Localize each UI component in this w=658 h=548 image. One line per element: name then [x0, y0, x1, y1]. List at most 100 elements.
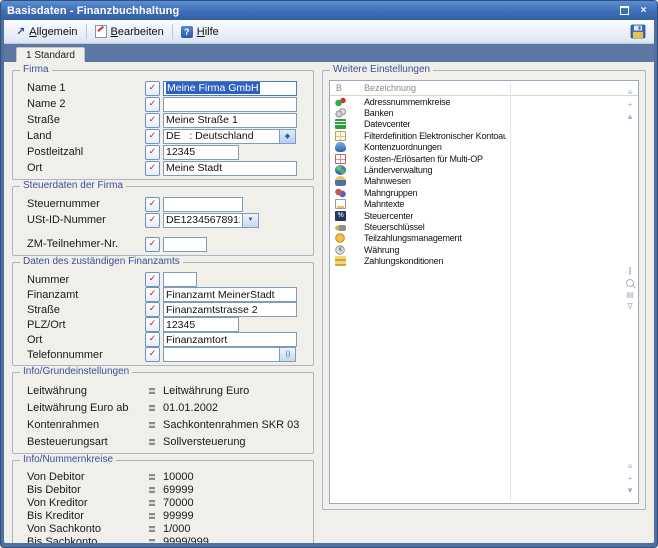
- scroll-lines-icon[interactable]: ≡: [628, 463, 633, 471]
- finanzamt-input[interactable]: [163, 287, 297, 302]
- field-label: Postleitzahl: [27, 146, 145, 158]
- sort-icon[interactable]: ▤: [626, 291, 634, 299]
- filter-icon[interactable]: ∇: [627, 303, 632, 311]
- scroll-add-icon[interactable]: +: [628, 101, 633, 109]
- ustid-input[interactable]: [163, 213, 243, 228]
- edit-check-icon[interactable]: ✓: [145, 197, 160, 212]
- edit-check-icon[interactable]: ✓: [145, 161, 160, 176]
- zm-teilnehmer-input[interactable]: [163, 237, 207, 252]
- list-item[interactable]: % Steuercenter: [330, 210, 638, 221]
- list-item[interactable]: Kosten-/Erlösarten für Multi-OP: [330, 153, 638, 164]
- finanzamt-ort-input[interactable]: [163, 332, 297, 347]
- equals-icon: [149, 526, 155, 532]
- fieldset-nummernkreise: Info/Nummernkreise Von Debitor 10000 Bis…: [12, 460, 314, 543]
- save-icon: [630, 24, 646, 39]
- spinner-icon: ◆: [285, 132, 290, 140]
- list-item[interactable]: Länderverwaltung: [330, 164, 638, 175]
- edit-check-icon[interactable]: ✓: [145, 332, 160, 347]
- list-item[interactable]: Banken: [330, 107, 638, 118]
- name2-input[interactable]: [163, 97, 297, 112]
- strasse-input[interactable]: [163, 113, 297, 128]
- equals-icon: [149, 500, 155, 506]
- spinner-button[interactable]: ◆: [280, 129, 296, 144]
- clip-icon[interactable]: ∥: [628, 267, 632, 275]
- postleitzahl-input[interactable]: [163, 145, 239, 160]
- list-item[interactable]: Datevcenter: [330, 119, 638, 130]
- form-row: Name 1 ✓ Meine Firma GmbH: [19, 80, 307, 96]
- edit-check-icon[interactable]: ✓: [145, 113, 160, 128]
- tab-standard[interactable]: 1 Standard: [16, 47, 85, 62]
- chevron-down-icon: ▼: [248, 217, 254, 223]
- steuernummer-input[interactable]: [163, 197, 243, 212]
- list-item[interactable]: Adressnummernkreise: [330, 96, 638, 107]
- ort-input[interactable]: [163, 161, 297, 176]
- info-label: Von Kreditor: [27, 497, 145, 509]
- list-header: B Bezeichnung: [330, 81, 638, 96]
- scroll-down-icon[interactable]: ▼: [626, 487, 634, 495]
- close-button[interactable]: ×: [636, 4, 651, 17]
- right-column: Weitere Einstellungen B Bezeichnung Adre…: [322, 70, 646, 516]
- menu-item-bearbeiten[interactable]: Bearbeiten: [89, 23, 170, 40]
- name1-input[interactable]: Meine Firma GmbH: [163, 81, 297, 96]
- edit-check-icon[interactable]: ✓: [145, 317, 160, 332]
- edit-check-icon[interactable]: ✓: [145, 302, 160, 317]
- menu-item-hilfe[interactable]: ? Hilfe: [175, 24, 225, 40]
- edit-check-icon[interactable]: ✓: [145, 287, 160, 302]
- restore-button[interactable]: [617, 4, 632, 17]
- list-item[interactable]: Mahnwesen: [330, 176, 638, 187]
- equals-icon: [149, 439, 155, 445]
- telefonnummer-input[interactable]: [163, 347, 280, 362]
- equals-icon: [149, 405, 155, 411]
- info-label: Bis Sachkonto: [27, 536, 145, 544]
- list-item[interactable]: Mahntexte: [330, 199, 638, 210]
- edit-check-icon[interactable]: ✓: [145, 213, 160, 228]
- scroll-add-icon[interactable]: +: [628, 475, 633, 483]
- field-label: Straße: [27, 304, 145, 316]
- edit-check-icon[interactable]: ✓: [145, 81, 160, 96]
- list-item[interactable]: Filterdefinition Elektronischer Kontoaus…: [330, 130, 638, 141]
- account-mapping-icon: [335, 142, 346, 152]
- field-label: ZM-Teilnehmer-Nr.: [27, 238, 145, 250]
- search-icon[interactable]: [626, 279, 634, 287]
- edit-check-icon[interactable]: ✓: [145, 237, 160, 252]
- phone-dial-button[interactable]: (·): [280, 347, 296, 362]
- window-title: Basisdaten - Finanzbuchhaltung: [7, 5, 613, 17]
- list-item[interactable]: € Währung: [330, 244, 638, 255]
- list-item[interactable]: Zahlungskonditionen: [330, 255, 638, 266]
- info-label: Von Debitor: [27, 471, 145, 483]
- content: Firma Name 1 ✓ Meine Firma GmbH Name 2 ✓…: [4, 62, 654, 520]
- info-row: Leitwährung Leitwährung Euro: [19, 382, 307, 399]
- edit-check-icon[interactable]: ✓: [145, 347, 160, 362]
- edit-check-icon[interactable]: ✓: [145, 272, 160, 287]
- restore-icon: [620, 6, 629, 15]
- column-header-bezeichnung[interactable]: Bezeichnung: [364, 83, 416, 93]
- form-row: Straße ✓: [19, 112, 307, 128]
- menu-label: Bearbeiten: [111, 26, 164, 38]
- edit-check-icon[interactable]: ✓: [145, 97, 160, 112]
- dunning-icon: [335, 176, 346, 186]
- land-input[interactable]: DE : Deutschland: [163, 129, 280, 144]
- field-label: Ort: [27, 334, 145, 346]
- dropdown-button[interactable]: ▼: [243, 213, 259, 228]
- scroll-top-icon[interactable]: ≡: [628, 89, 633, 97]
- nummer-input[interactable]: [163, 272, 197, 287]
- form-row: Ort ✓: [19, 332, 307, 347]
- field-label: Name 2: [27, 98, 145, 110]
- land-combo: DE : Deutschland ◆: [163, 129, 296, 144]
- plz-ort-input[interactable]: [163, 317, 239, 332]
- edit-check-icon[interactable]: ✓: [145, 145, 160, 160]
- list-item[interactable]: Mahngruppen: [330, 187, 638, 198]
- column-header-b[interactable]: B: [336, 83, 364, 93]
- menu-item-allgemein[interactable]: ↗ Allgemein: [10, 23, 84, 40]
- app-window: Basisdaten - Finanzbuchhaltung × ↗ Allge…: [0, 0, 658, 548]
- list-item[interactable]: Steuerschlüssel: [330, 221, 638, 232]
- form-row: Ort ✓: [19, 160, 307, 176]
- info-row: Von Kreditor 70000: [19, 496, 307, 509]
- scroll-up-icon[interactable]: ▲: [626, 113, 634, 121]
- equals-icon: [149, 539, 155, 544]
- save-button[interactable]: [628, 23, 648, 41]
- finanzamt-strasse-input[interactable]: [163, 302, 297, 317]
- list-item[interactable]: Teilzahlungsmanagement: [330, 233, 638, 244]
- list-item[interactable]: Kontenzuordnungen: [330, 142, 638, 153]
- edit-check-icon[interactable]: ✓: [145, 129, 160, 144]
